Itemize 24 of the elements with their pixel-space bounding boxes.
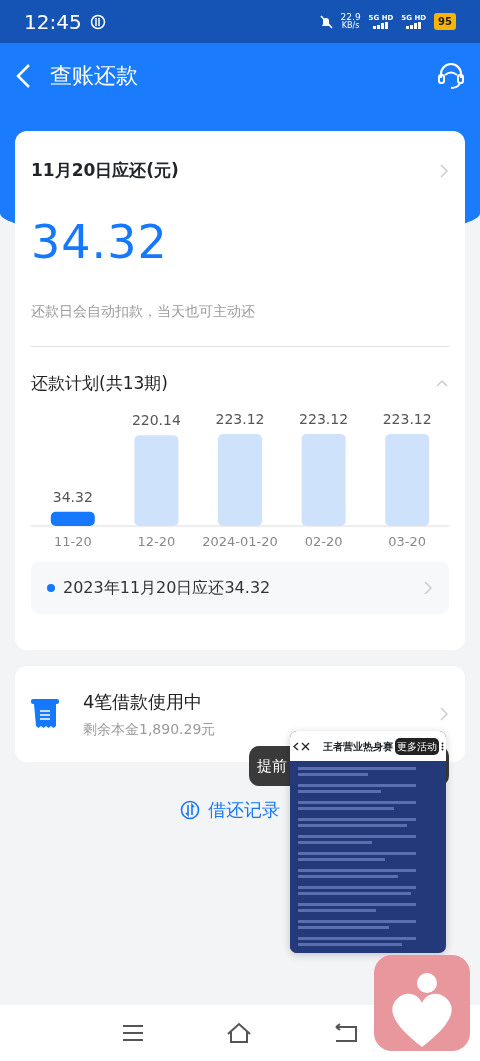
net-unit: KB/s (340, 22, 361, 30)
loans-title: 4笔借款使用中 (83, 690, 204, 714)
axis-label: 2024-01-20 (202, 534, 278, 549)
axis-label: 02-20 (304, 534, 343, 549)
summary-text: 2023年11月20日应还34.32 (63, 577, 271, 599)
value-label: 34.32 (52, 488, 93, 505)
value-label: 220.14 (131, 412, 181, 429)
due-note: 还款日会自动扣款，当天也可主动还 (31, 300, 449, 347)
axis-label: 12-20 (137, 534, 176, 549)
value-label: 223.12 (215, 411, 265, 427)
page-title: 查账还款 (50, 62, 138, 90)
value-label: 223.12 (299, 411, 349, 427)
window-badge: 更多活动 (395, 737, 439, 755)
battery-level: 95 (434, 13, 456, 30)
status-time: 12:45 (24, 8, 82, 36)
window-title: 王者营业热身赛 (323, 739, 393, 754)
due-amount: 34.32 (31, 213, 169, 271)
due-title: 11月20日应还(元) (31, 159, 179, 182)
loans-remaining: 剩余本金1,890.29元 (83, 720, 216, 739)
plan-title: 还款计划(共13期) (31, 371, 168, 395)
axis-label: 03-20 (388, 534, 427, 549)
net-speed: 22.9 (340, 13, 361, 22)
axis-label: 11-20 (53, 534, 92, 549)
value-label: 223.12 (382, 411, 432, 427)
